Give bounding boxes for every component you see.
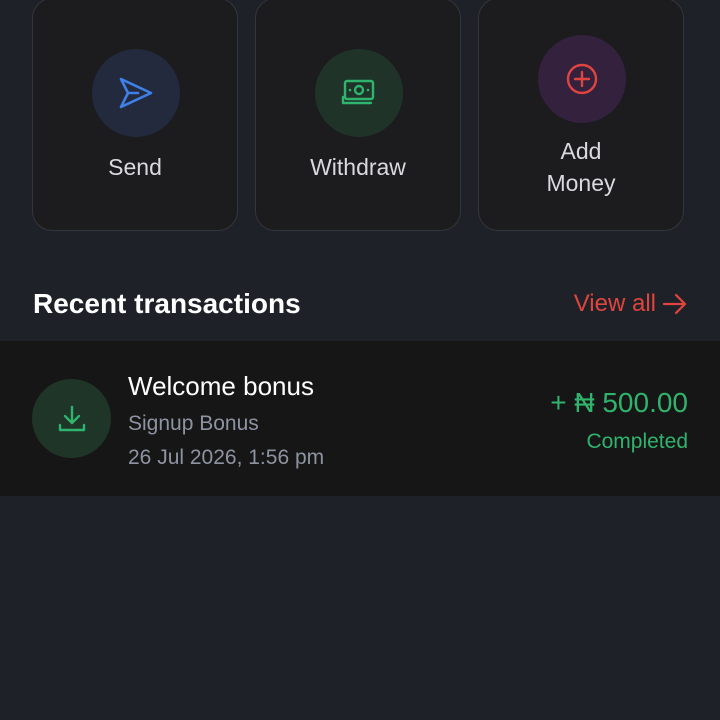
withdraw-button[interactable]: Withdraw — [255, 0, 461, 231]
download-icon — [58, 405, 85, 431]
withdraw-icon-circle — [315, 49, 403, 137]
add-money-label-line1: Add — [560, 138, 602, 164]
transaction-subtitle: Signup Bonus — [128, 412, 259, 435]
send-label: Send — [108, 154, 162, 180]
wallet-page: Send Withdraw Add Money Recent transacti… — [0, 0, 720, 720]
send-icon — [119, 77, 153, 109]
plus-circle-icon — [566, 63, 598, 95]
view-all-label: View all — [573, 290, 656, 317]
send-button[interactable]: Send — [32, 0, 238, 231]
transaction-status: Completed — [586, 430, 688, 453]
view-all-link[interactable]: View all — [574, 287, 688, 321]
send-icon-circle — [92, 49, 180, 137]
transaction-title: Welcome bonus — [128, 371, 314, 401]
transaction-date: 26 Jul 2026, 1:56 pm — [128, 446, 325, 469]
transaction-row[interactable]: Welcome bonus Signup Bonus 26 Jul 2026, … — [0, 341, 720, 496]
transaction-amount: + ₦ 500.00 — [550, 387, 688, 418]
add-money-label: Add Money — [479, 135, 683, 199]
add-money-button[interactable]: Add Money — [478, 0, 684, 231]
arrow-right-icon — [662, 293, 687, 315]
quick-actions: Send Withdraw Add Money — [32, 0, 684, 231]
transaction-icon-circle — [32, 379, 111, 458]
cash-icon — [341, 79, 375, 105]
add-money-icon-circle — [538, 35, 626, 123]
add-money-label-line2: Money — [546, 170, 616, 196]
recent-transactions-title: Recent transactions — [33, 288, 301, 319]
withdraw-label: Withdraw — [310, 154, 406, 180]
